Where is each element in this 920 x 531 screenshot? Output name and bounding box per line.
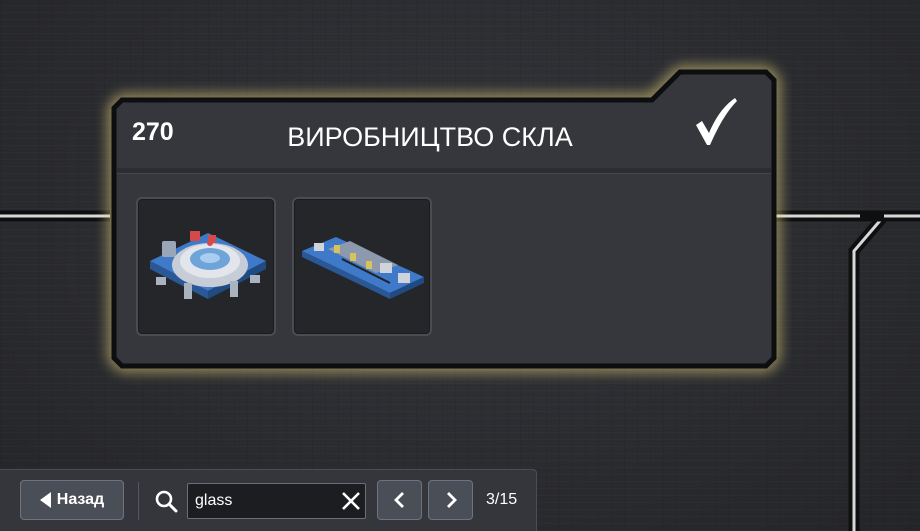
chevron-left-icon bbox=[394, 492, 404, 508]
building-slot-2[interactable] bbox=[292, 197, 432, 336]
toolbar-divider bbox=[138, 482, 139, 520]
bottom-toolbar: Назад 3/15 bbox=[0, 469, 537, 531]
back-button[interactable]: Назад bbox=[20, 480, 124, 520]
building-slot-1[interactable] bbox=[136, 197, 276, 336]
checkmark-icon bbox=[696, 98, 737, 145]
card-title: ВИРОБНИЦТВО СКЛА bbox=[287, 122, 573, 152]
back-button-label: Назад bbox=[56, 491, 105, 508]
next-result-button[interactable] bbox=[428, 480, 473, 520]
clear-search-icon[interactable] bbox=[340, 490, 362, 512]
level-number: 270 bbox=[132, 118, 174, 146]
game-screen: 270 ВИРОБНИЦТВО СКЛА Назад glass 3/15 bbox=[0, 0, 920, 531]
back-arrow-icon bbox=[39, 492, 51, 508]
connector-line-right bbox=[775, 210, 920, 531]
previous-result-button[interactable] bbox=[377, 480, 422, 520]
chevron-right-icon bbox=[447, 492, 457, 508]
search-result-counter: 3/15 bbox=[486, 491, 518, 508]
card-header-separator bbox=[117, 168, 771, 173]
glass-assembly-line-building-icon bbox=[302, 237, 424, 299]
glass-furnace-building-icon bbox=[150, 231, 266, 299]
search-icon bbox=[155, 490, 178, 513]
